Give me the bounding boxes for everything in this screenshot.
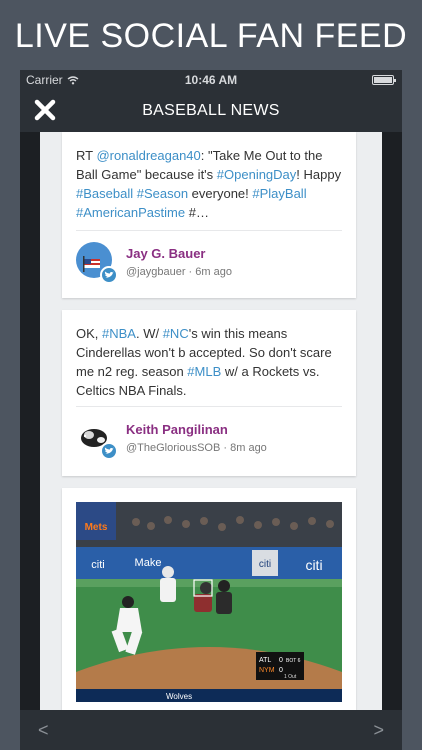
score-home-team: NYM (259, 667, 275, 674)
photo-sign-mets: Mets (85, 522, 108, 533)
status-time: 10:46 AM (184, 73, 238, 87)
hashtag-link[interactable]: #AmericanPastime (76, 205, 185, 220)
avatar[interactable] (76, 418, 118, 460)
promo-banner-title: LIVE SOCIAL FAN FEED (14, 16, 408, 55)
photo-sign-citi-2: citi (259, 559, 271, 570)
hashtag-link[interactable]: #Season (137, 186, 188, 201)
post-author[interactable]: Jay G. Bauer (126, 246, 206, 261)
photo-ticker: Wolves (166, 692, 192, 701)
post-photo[interactable]: Mets citi Make citi citi ATL 0 NYM 0 BOT… (76, 502, 342, 702)
avatar[interactable] (76, 242, 118, 284)
nav-title: BASEBALL NEWS (142, 102, 280, 119)
post-author[interactable]: Keith Pangilinan (126, 422, 228, 437)
post-text-segment: everyone! (188, 186, 253, 201)
nav-bar: BASEBALL NEWS (20, 90, 402, 132)
post-divider (76, 406, 342, 407)
post-text-segment: . W/ (135, 326, 163, 341)
feed-list[interactable]: RT @ronaldreagan40: "Take Me Out to the … (40, 132, 382, 710)
hashtag-link[interactable]: #MLB (187, 364, 221, 379)
feed-post[interactable]: OK, #NBA. W/ #NC's win this means Cinder… (62, 310, 356, 476)
post-divider (76, 230, 342, 231)
score-home-runs: 0 (279, 667, 283, 674)
photo-post[interactable]: Mets citi Make citi citi ATL 0 NYM 0 BOT… (62, 488, 356, 710)
post-text-segment: RT (76, 148, 97, 163)
hashtag-link[interactable]: #PlayBall (252, 186, 306, 201)
post-meta: @TheGloriousSOB · 8m ago (126, 442, 267, 454)
next-button[interactable]: > (373, 720, 384, 741)
twitter-icon (100, 266, 118, 284)
score-outs: 1 Out (284, 674, 297, 680)
battery-icon (372, 75, 396, 85)
photo-sign-make: Make (135, 557, 162, 569)
post-text: OK, #NBA. W/ #NC's win this means Cinder… (76, 324, 344, 400)
bottom-nav-bar: < > (20, 710, 402, 750)
post-text-segment: #… (185, 205, 209, 220)
twitter-icon (100, 442, 118, 460)
hashtag-link[interactable]: #OpeningDay (217, 167, 297, 182)
score-inning: BOT 6 (286, 658, 301, 664)
photo-sign-citi-3: citi (305, 557, 322, 573)
post-handle[interactable]: @TheGloriousSOB (126, 442, 220, 454)
post-text-segment: ! Happy (296, 167, 342, 182)
score-away-runs: 0 (279, 657, 283, 664)
post-time: 8m ago (230, 442, 267, 454)
post-meta: @jaygbauer · 6m ago (126, 266, 232, 278)
score-away-team: ATL (259, 657, 271, 664)
post-text-segment: OK, (76, 326, 103, 341)
prev-button[interactable]: < (38, 720, 49, 741)
hashtag-link[interactable]: #Baseball (76, 186, 133, 201)
post-handle[interactable]: @jaygbauer (126, 266, 185, 278)
hashtag-link[interactable]: #NC (163, 326, 189, 341)
feed-post[interactable]: RT @ronaldreagan40: "Take Me Out to the … (62, 132, 356, 298)
phone-screen: Carrier 10:46 AM BASEBALL NEWS RT @ronal… (20, 70, 402, 750)
status-bar: Carrier 10:46 AM (20, 70, 402, 90)
mention-link[interactable]: @ronaldreagan40 (96, 148, 200, 163)
post-text: RT @ronaldreagan40: "Take Me Out to the … (76, 146, 344, 222)
post-time: 6m ago (195, 266, 232, 278)
photo-sign-citi-1: citi (91, 559, 104, 571)
hashtag-link[interactable]: #NBA (102, 326, 136, 341)
